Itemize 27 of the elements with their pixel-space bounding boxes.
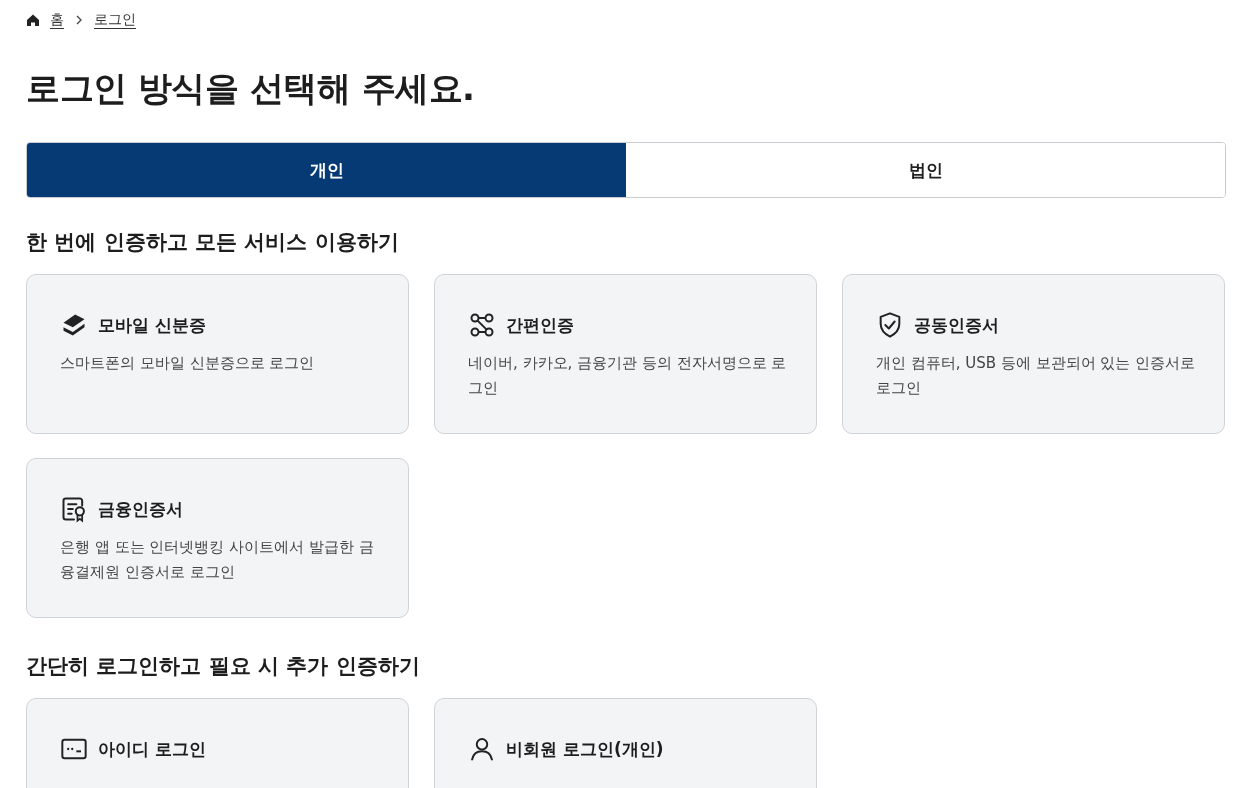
option-description: 은행 앱 또는 인터넷뱅킹 사이트에서 발급한 금융결제원 인증서로 로그인	[60, 537, 375, 583]
page-title: 로그인 방식을 선택해 주세요.	[26, 67, 476, 110]
tab[interactable]: 개인	[27, 143, 626, 197]
option-title: 공동인증서	[914, 313, 999, 337]
breadcrumb-link[interactable]: 홈	[50, 11, 64, 29]
person-icon	[468, 735, 496, 763]
login-option-card[interactable]: 모바일 신분증 스마트폰의 모바일 신분증으로 로그인	[26, 274, 409, 434]
option-title: 모바일 신분증	[98, 313, 206, 337]
breadcrumb-link[interactable]: 로그인	[94, 11, 136, 29]
section-heading: 한 번에 인증하고 모든 서비스 이용하기	[26, 229, 400, 256]
option-title: 간편인증	[506, 313, 574, 337]
option-title: 금융인증서	[98, 497, 183, 521]
nodes-icon	[468, 311, 496, 339]
option-title: 아이디 로그인	[98, 737, 206, 761]
option-title: 비회원 로그인(개인)	[506, 737, 664, 761]
login-option-card[interactable]: 비회원 로그인(개인)	[434, 698, 817, 788]
login-option-card[interactable]: 금융인증서 은행 앱 또는 인터넷뱅킹 사이트에서 발급한 금융결제원 인증서로 로그인	[26, 458, 409, 618]
home-icon	[26, 13, 40, 27]
option-description: 개인 컴퓨터, USB 등에 보관되어 있는 인증서로 로그인	[876, 353, 1197, 399]
login-option-card[interactable]: 공동인증서 개인 컴퓨터, USB 등에 보관되어 있는 인증서로 로그인	[842, 274, 1225, 434]
option-description: 네이버, 카카오, 금융기관 등의 전자서명으로 로그인	[468, 353, 788, 399]
section-heading: 간단히 로그인하고 필요 시 추가 인증하기	[26, 653, 421, 680]
certificate-icon	[60, 495, 88, 523]
login-option-card[interactable]: 간편인증 네이버, 카카오, 금융기관 등의 전자서명으로 로그인	[434, 274, 817, 434]
login-option-card[interactable]: 아이디 로그인	[26, 698, 409, 788]
option-description: 스마트폰의 모바일 신분증으로 로그인	[60, 353, 316, 374]
chevron-icon	[74, 15, 84, 25]
